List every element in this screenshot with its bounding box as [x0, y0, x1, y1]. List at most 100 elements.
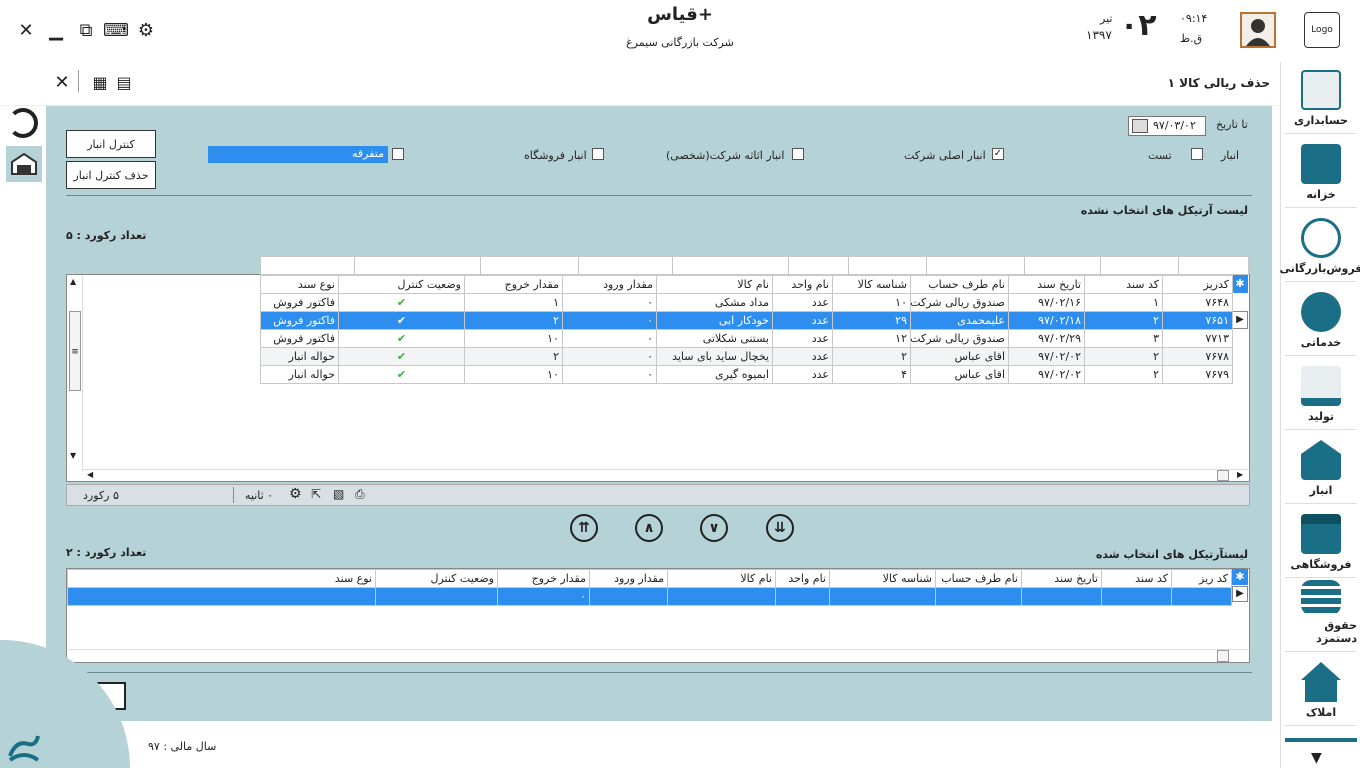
table-row[interactable]: ۷۶۷۸ ۲ ۹۷/۰۲/۰۲ اقای عباس ۲ عدد یخچال سا…	[260, 347, 1233, 366]
sidebar-item-commerce[interactable]: فروش‌بازرگانی	[1280, 210, 1360, 282]
cell[interactable]	[1021, 587, 1102, 606]
column-header[interactable]: مقدار ورود	[562, 275, 657, 294]
filter-cell[interactable]	[788, 256, 849, 275]
cell[interactable]	[67, 587, 376, 606]
warehouse-checkbox-misc[interactable]	[392, 148, 404, 160]
sidebar-item-payroll[interactable]: حقوق دستمزد	[1285, 580, 1357, 652]
filter-cell[interactable]	[578, 256, 673, 275]
cell[interactable]	[375, 587, 498, 606]
column-header[interactable]: شناسه کالا	[829, 569, 936, 588]
delete-control-warehouse-button[interactable]: حذف کنترل انبار	[66, 161, 156, 189]
close-icon[interactable]: ✕	[14, 18, 38, 42]
user-avatar[interactable]	[1240, 12, 1276, 48]
table-row[interactable]: ۷۷۱۳ ۳ ۹۷/۰۲/۲۹ صندوق ریالی شرکت ۱۲ عدد …	[260, 329, 1233, 348]
column-header[interactable]: وضعیت کنترل	[338, 275, 465, 294]
table-row[interactable]: ۰	[67, 587, 1232, 606]
sidebar-item-accounting[interactable]: حسابداری	[1285, 62, 1357, 134]
close-tab-icon[interactable]: ✕	[50, 70, 74, 94]
cell[interactable]	[1101, 587, 1172, 606]
filter-cell[interactable]	[1178, 256, 1249, 275]
h-scroll-thumb[interactable]	[1217, 470, 1229, 481]
move-up-icon[interactable]: ∧	[635, 514, 663, 542]
column-header[interactable]: نوع سند	[260, 275, 339, 294]
warehouse-checkbox-furniture[interactable]	[792, 148, 804, 160]
sidebar-item-property[interactable]: املاک	[1285, 654, 1357, 726]
cell[interactable]	[829, 587, 936, 606]
scroll-left-icon[interactable]: ◀	[87, 470, 93, 479]
control-warehouse-button[interactable]: کنترل انبار	[66, 130, 156, 158]
sidebar-item-services[interactable]: خدماتی	[1285, 284, 1357, 356]
column-header[interactable]: نام کالا	[656, 275, 773, 294]
sidebar-item-treasury[interactable]: خزانه	[1285, 136, 1357, 208]
grid-settings-icon[interactable]: ⚙	[289, 486, 302, 502]
home-warehouse-icon[interactable]	[6, 146, 42, 182]
filter-cell[interactable]	[1024, 256, 1101, 275]
date-picker-icon[interactable]	[1132, 119, 1148, 133]
add-row-icon[interactable]: ✱	[1232, 275, 1248, 293]
column-header[interactable]: مقدار خروج	[464, 275, 563, 294]
sidebar-item-store[interactable]: فروشگاهی	[1285, 506, 1357, 578]
column-header[interactable]: کد سند	[1101, 569, 1172, 588]
scroll-down-icon[interactable]: ▼	[70, 451, 76, 460]
cell[interactable]: ۰	[497, 587, 590, 606]
column-header[interactable]: شناسه کالا	[832, 275, 911, 294]
warehouse-checkbox-main[interactable]: ✓	[992, 148, 1004, 160]
move-down-icon[interactable]: ∨	[700, 514, 728, 542]
cell[interactable]	[1171, 587, 1232, 606]
filter-cell[interactable]	[672, 256, 789, 275]
filter-cell[interactable]	[480, 256, 579, 275]
calculator-icon[interactable]: ▦	[88, 70, 112, 94]
cell[interactable]	[935, 587, 1022, 606]
export-icon[interactable]: ⇱	[311, 487, 321, 501]
column-header[interactable]: نام واحد	[772, 275, 833, 294]
calendar-icon[interactable]: ▤	[112, 70, 136, 94]
table-row[interactable]: ۷۶۵۱ ۲ ۹۷/۰۲/۱۸ علیمحمدی ۲۹ عدد خودکار ا…	[260, 311, 1233, 330]
column-header[interactable]: تاریخ سند	[1008, 275, 1085, 294]
scroll-thumb[interactable]: ≡	[69, 311, 81, 391]
sidebar-item-warehouse[interactable]: انبار	[1285, 432, 1357, 504]
vertical-scrollbar[interactable]: ▲ ≡ ▼	[67, 275, 83, 471]
filter-cell[interactable]	[260, 256, 355, 275]
h-scroll-thumb[interactable]	[1217, 650, 1229, 662]
to-date-input[interactable]: ۹۷/۰۳/۰۲	[1128, 116, 1206, 136]
column-header[interactable]: نوع سند	[67, 569, 376, 588]
settings-gear-icon[interactable]: ⚙	[134, 18, 158, 42]
sidebar-item-production[interactable]: تولید	[1285, 358, 1357, 430]
add-row-icon[interactable]: ✱	[1232, 569, 1248, 585]
cell[interactable]	[667, 587, 776, 606]
print-icon[interactable]: ⎙	[355, 487, 365, 502]
horizontal-scrollbar[interactable]	[67, 649, 1249, 662]
sidebar-scroll-down-icon[interactable]: ▼	[1311, 750, 1322, 766]
column-header[interactable]: نام کالا	[667, 569, 776, 588]
column-header[interactable]: تاریخ سند	[1021, 569, 1102, 588]
filter-cell[interactable]	[354, 256, 481, 275]
restore-icon[interactable]: ⧉	[74, 18, 98, 42]
filter-cell[interactable]	[926, 256, 1025, 275]
column-header[interactable]: مقدار خروج	[497, 569, 590, 588]
scroll-up-icon[interactable]: ▲	[70, 277, 76, 286]
horizontal-scrollbar[interactable]: ◀ ▶	[83, 469, 1249, 481]
column-header[interactable]: نام واحد	[775, 569, 830, 588]
filter-cell[interactable]	[848, 256, 927, 275]
filter-cell[interactable]	[1100, 256, 1179, 275]
column-header[interactable]: کد سند	[1084, 275, 1163, 294]
minimize-icon[interactable]: ▁	[44, 18, 68, 42]
warehouse-checkbox-test[interactable]	[1191, 148, 1203, 160]
column-header[interactable]: کد ریز	[1171, 569, 1232, 588]
warehouse-checkbox-store[interactable]	[592, 148, 604, 160]
table-row[interactable]: ۷۶۴۸ ۱ ۹۷/۰۲/۱۶ صندوق ریالی شرکت ۱۰ عدد …	[260, 293, 1233, 312]
excel-icon[interactable]: ▧	[333, 487, 344, 501]
column-header[interactable]: مقدار ورود	[589, 569, 668, 588]
move-all-up-icon[interactable]: ⇈	[570, 514, 598, 542]
cell[interactable]	[775, 587, 830, 606]
move-all-down-icon[interactable]: ⇊	[766, 514, 794, 542]
keyboard-icon[interactable]: ⌨	[103, 18, 129, 42]
cell[interactable]	[589, 587, 668, 606]
column-header[interactable]: وضعیت کنترل	[375, 569, 498, 588]
column-header[interactable]: نام طرف حساب	[910, 275, 1009, 294]
table-row[interactable]: ۷۶۷۹ ۲ ۹۷/۰۲/۰۲ اقای عباس ۴ عدد ابمیوه گ…	[260, 365, 1233, 384]
refresh-icon[interactable]	[8, 108, 38, 138]
column-header[interactable]: کدریز	[1162, 275, 1233, 294]
scroll-right-icon[interactable]: ▶	[1237, 470, 1243, 479]
column-header[interactable]: نام طرف حساب	[935, 569, 1022, 588]
